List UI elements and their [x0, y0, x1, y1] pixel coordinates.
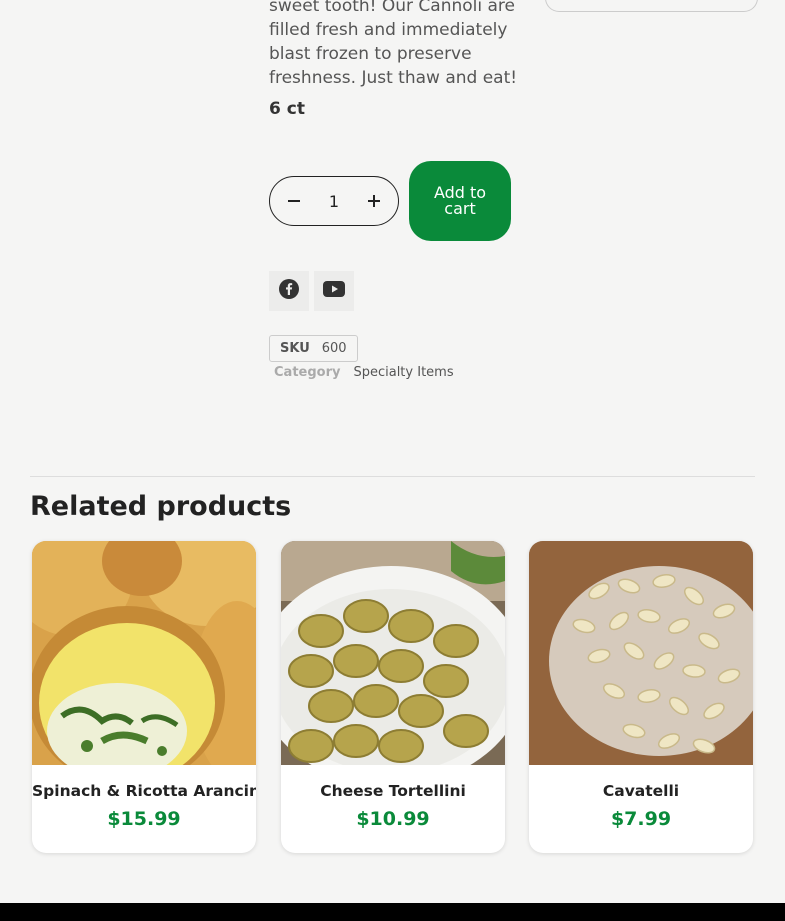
product-card[interactable]: Cheese Tortellini $10.99: [281, 541, 505, 853]
product-image[interactable]: [32, 541, 256, 786]
category-label: Category: [274, 365, 341, 380]
product-description: sweet tooth! Our Cannoli are filled fres…: [269, 0, 518, 88]
related-products-title: Related products: [30, 491, 292, 522]
youtube-share-button[interactable]: [314, 271, 354, 311]
product-price: $7.99: [610, 808, 672, 830]
quantity-value[interactable]: 1: [329, 192, 339, 211]
youtube-icon: [323, 281, 345, 301]
product-price: $15.99: [107, 808, 181, 830]
product-count: 6 ct: [269, 99, 305, 119]
sidebar-box: [545, 0, 758, 12]
product-image[interactable]: [529, 541, 753, 765]
facebook-icon: [279, 279, 299, 303]
sku-value: 600: [321, 341, 347, 356]
facebook-share-button[interactable]: [269, 271, 309, 311]
minus-icon[interactable]: [284, 191, 304, 211]
product-image[interactable]: [281, 541, 505, 786]
sku-badge: SKU 600: [269, 335, 358, 362]
product-name[interactable]: Cheese Tortellini: [281, 782, 505, 800]
product-price: $10.99: [356, 808, 430, 830]
product-name[interactable]: Cavatelli: [529, 782, 753, 800]
product-name[interactable]: Spinach & Ricotta Arancini: [32, 782, 256, 800]
site-footer: [0, 903, 785, 921]
product-card[interactable]: Spinach & Ricotta Arancini $15.99: [32, 541, 256, 853]
category-row: Category Specialty Items: [274, 365, 454, 380]
add-to-cart-button[interactable]: Add to cart: [409, 161, 511, 241]
category-link[interactable]: Specialty Items: [353, 365, 453, 380]
product-card[interactable]: Cavatelli $7.99: [529, 541, 753, 853]
plus-icon[interactable]: [364, 191, 384, 211]
quantity-stepper: 1: [269, 176, 399, 226]
sku-label: SKU: [280, 341, 310, 356]
section-divider: [30, 476, 755, 477]
